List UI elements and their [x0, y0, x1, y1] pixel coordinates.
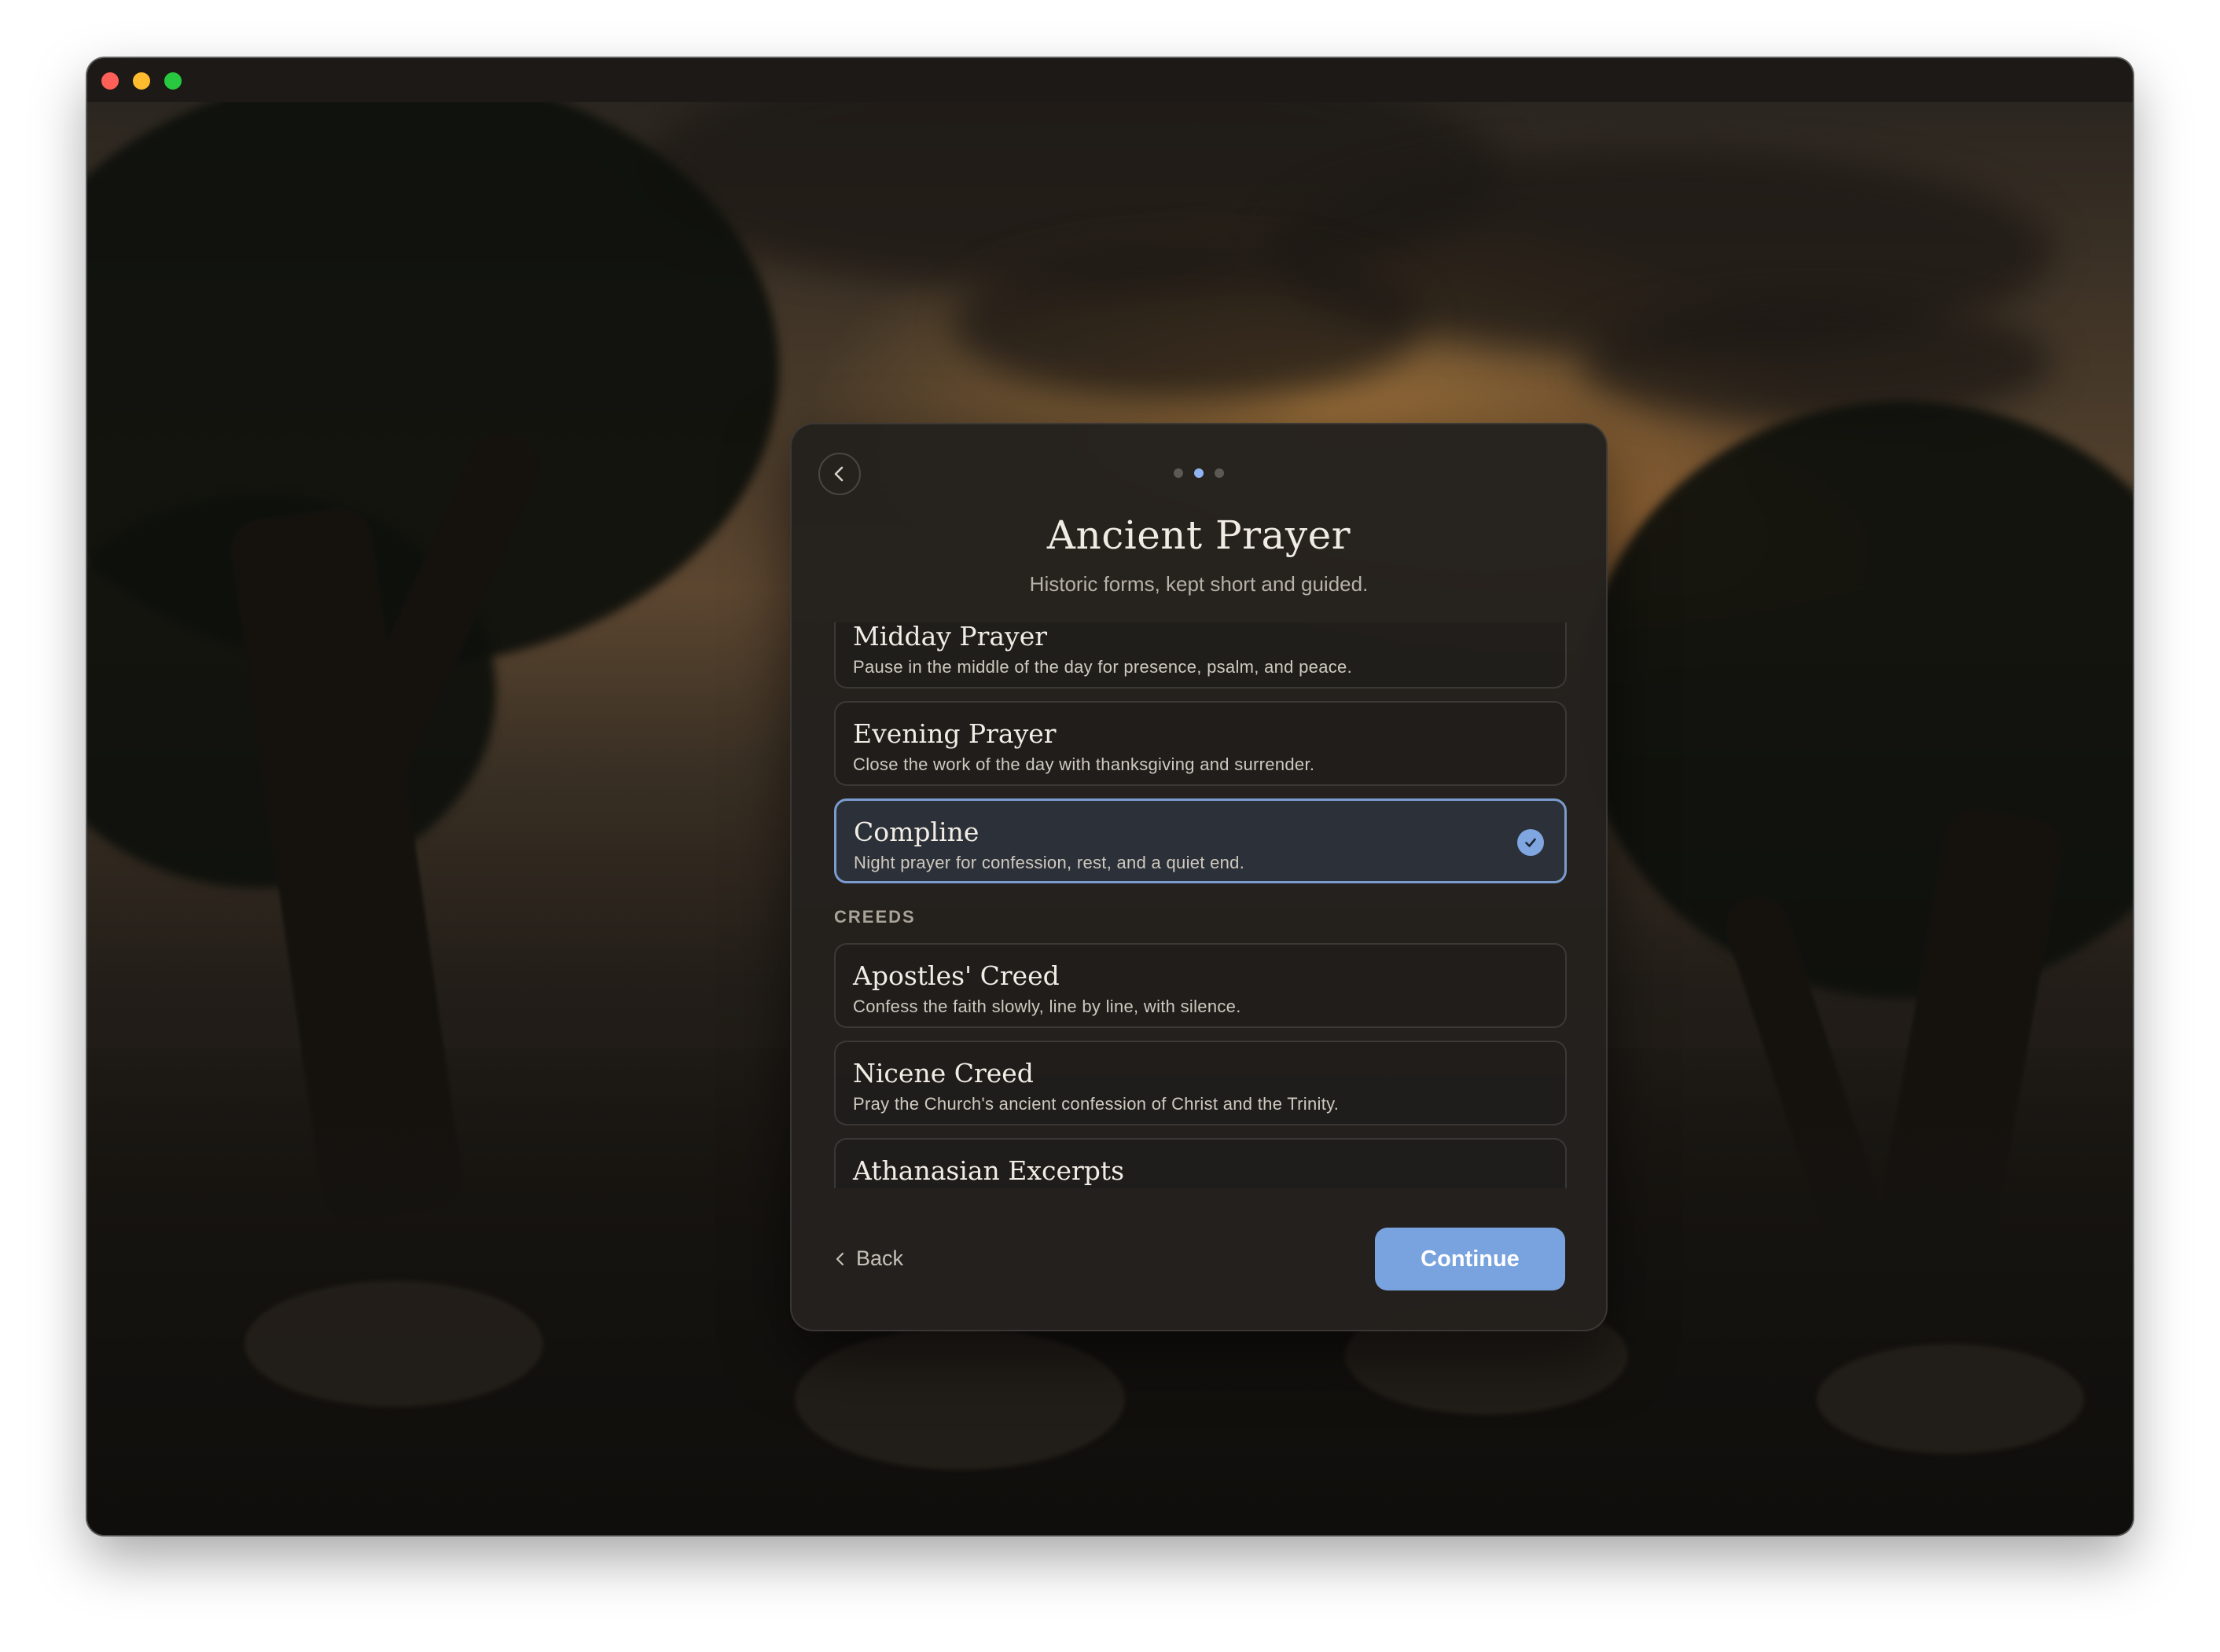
- back-label: Back: [856, 1246, 904, 1270]
- checkmark-icon: [1517, 829, 1544, 856]
- list-item-midday-prayer[interactable]: Midday Prayer Pause in the middle of the…: [834, 622, 1567, 688]
- item-title: Midday Prayer: [853, 622, 1048, 652]
- step-dot: [1215, 468, 1224, 478]
- item-description: Night prayer for confession, rest, and a…: [854, 853, 1245, 872]
- chevron-left-icon: [836, 1252, 844, 1265]
- continue-button[interactable]: Continue: [1375, 1228, 1565, 1290]
- minimize-window-button[interactable]: [133, 72, 150, 90]
- step-dot: [1174, 468, 1183, 478]
- list-item-nicene-creed[interactable]: Nicene Creed Pray the Church's ancient c…: [834, 1041, 1567, 1125]
- close-window-button[interactable]: [101, 72, 119, 90]
- item-description: Confess the faith slowly, line by line, …: [853, 997, 1241, 1016]
- step-indicator: [792, 468, 1606, 478]
- item-description: Pause in the middle of the day for prese…: [853, 657, 1352, 677]
- item-title: Athanasian Excerpts: [853, 1155, 1125, 1186]
- page-title: Ancient Prayer: [1046, 512, 1351, 558]
- list-item-evening-prayer[interactable]: Evening Prayer Close the work of the day…: [834, 701, 1567, 786]
- title-bar: [87, 58, 2133, 102]
- list-item-athanasian-excerpts[interactable]: Athanasian Excerpts: [834, 1138, 1567, 1188]
- section-header-creeds: CREEDS: [834, 907, 916, 927]
- list-item-apostles-creed[interactable]: Apostles' Creed Confess the faith slowly…: [834, 943, 1567, 1028]
- onboarding-dialog: Ancient Prayer Historic forms, kept shor…: [790, 423, 1608, 1331]
- app-window: Ancient Prayer Historic forms, kept shor…: [87, 58, 2133, 1535]
- item-description: Pray the Church's ancient confession of …: [853, 1094, 1340, 1114]
- step-dot-active: [1194, 468, 1204, 478]
- item-description: Close the work of the day with thanksgiv…: [853, 754, 1315, 774]
- prayer-list[interactable]: Midday Prayer Pause in the middle of the…: [834, 622, 1567, 1188]
- item-title: Apostles' Creed: [853, 960, 1060, 991]
- item-title: Evening Prayer: [853, 718, 1057, 749]
- zoom-window-button[interactable]: [164, 72, 182, 90]
- page-subtitle: Historic forms, kept short and guided.: [1029, 572, 1369, 596]
- list-item-compline[interactable]: Compline Night prayer for confession, re…: [834, 798, 1567, 883]
- back-link[interactable]: Back: [834, 1246, 903, 1271]
- item-title: Compline: [854, 817, 980, 847]
- item-title: Nicene Creed: [853, 1058, 1034, 1088]
